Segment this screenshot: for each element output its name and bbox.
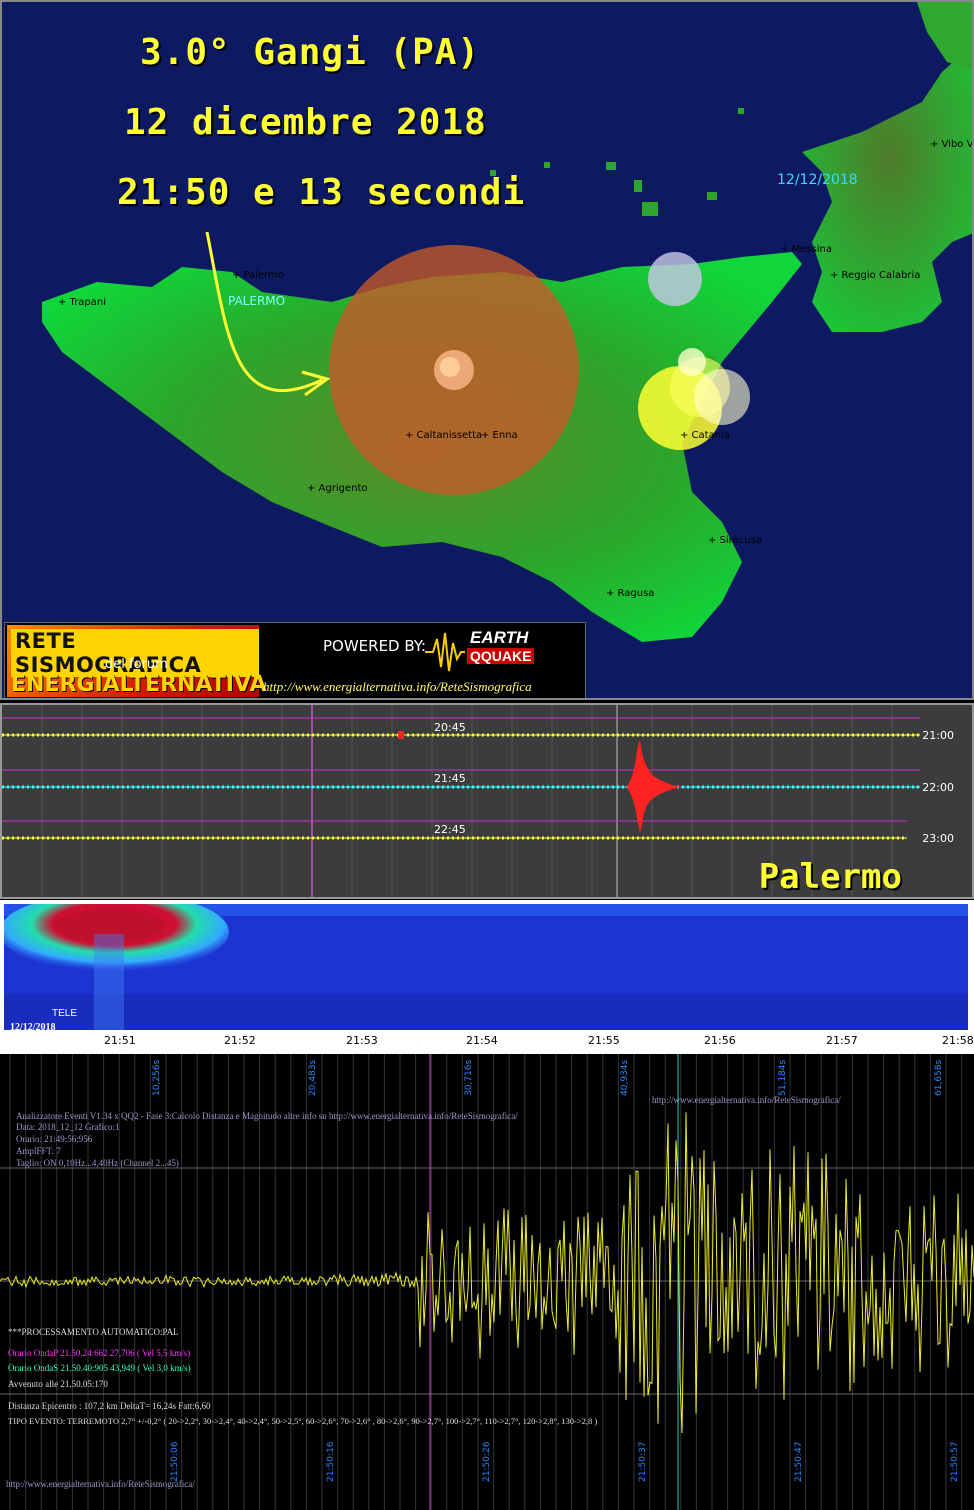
city-enna: + Enna [481,430,518,441]
analyzer-url-right[interactable]: http://www.energialternativa.info/ReteSi… [652,1095,841,1105]
event-title-date: 12 dicembre 2018 [124,102,487,143]
city-trapani: + Trapani [58,297,107,308]
spectro-tick: 21:53 [346,1034,378,1047]
analyzer-url-bottom[interactable]: http://www.energialternativa.info/ReteSi… [6,1479,195,1489]
spectrogram-image: TELE 12/12/2018 [4,904,968,1030]
spectrogram-plot [4,904,968,1030]
helico-row2-left: 21:45 [434,772,466,785]
logo-url[interactable]: http://www.energialternativa.info/ReteSi… [263,679,532,695]
logo-energialternativa: ENERGIALTERNATIVA [11,672,267,697]
city-agrigento: + Agrigento [307,483,368,494]
event-title-magnitude: 3.0° Gangi (PA) [140,32,481,73]
spectro-tick: 21:58 [942,1034,974,1047]
analyzer-info-line: Analizzatore Eventi V1.34 x QQ2 - Fase 3… [16,1111,518,1121]
city-ragusa: + Ragusa [606,588,655,599]
helicorder-panel: 20:45 21:45 22:45 21:00 22:00 23:00 Pale… [0,703,974,899]
city-vibo-valentia: + Vibo Va [930,139,974,150]
spectro-tick: 21:52 [224,1034,256,1047]
station-palermo-label: PALERMO [228,294,286,308]
logo-qquake: QQUAKE [467,648,535,664]
city-siracusa: + Siracusa [708,535,763,546]
bottom-tick: 21:50:47 [794,1441,804,1482]
helico-row1-right: 21:00 [922,729,954,742]
helico-station-name: Palermo [758,857,902,897]
bottom-tick: 21:50:37 [638,1441,648,1482]
bottom-tick: 21:50:06 [170,1441,180,1482]
top-tick: 30,716s [464,1059,474,1096]
analyzer-info-line: Data: 2018_12_12 Grafico:1 [16,1122,120,1132]
helico-row3-right: 23:00 [922,832,954,845]
helico-row3-left: 22:45 [434,823,466,836]
top-tick: 10,256s [152,1059,162,1096]
map-date: 12/12/2018 [777,172,858,188]
analyzer-onda-p: Orario OndaP 21.50.24:662 27,706 ( Vel 5… [8,1348,191,1358]
top-tick: 40,934s [620,1059,630,1096]
analyzer-panel: 10,256s 20,483s 30,716s 40,934s 51,184s … [0,1054,974,1510]
analyzer-info-line: AmplFFT: 7 [16,1146,61,1156]
logo-banner: RETE SISMOGRAFICA del forum ENERGIALTERN… [4,622,586,698]
logo-left: RETE SISMOGRAFICA del forum ENERGIALTERN… [7,625,267,697]
earthquake-trace [627,740,682,833]
city-palermo: + Palermo [232,270,284,281]
city-reggio-calabria: + Reggio Calabria [830,270,921,281]
bottom-tick: 21:50:57 [950,1441,960,1482]
map-panel: 3.0° Gangi (PA) 12 dicembre 2018 21:50 e… [0,0,974,700]
spectro-tick: 21:55 [588,1034,620,1047]
analyzer-onda-s: Orario OndaS 21.50.40:905 43,949 ( Vel 3… [8,1363,191,1373]
spectrogram-date: 12/12/2018 [10,1022,56,1030]
spectro-tick: 21:57 [826,1034,858,1047]
helico-row2-right: 22:00 [922,781,954,794]
seismo-logo-icon [425,632,465,672]
bottom-tick: 21:50:26 [482,1441,492,1482]
spectro-tick: 21:51 [104,1034,136,1047]
logo-powered-by: POWERED BY: [323,637,427,655]
analyzer-tipo-evento: TIPO EVENTO: TERREMOTO 2,7° +/-0,2° ( 20… [8,1416,598,1426]
spectrogram-panel: TELE 12/12/2018 21:51 21:52 21:53 21:54 … [0,900,974,1054]
city-messina: + Messina [780,244,833,255]
analyzer-info-line: Orario: 21:49:56:956 [16,1134,93,1144]
analyzer-processing: ***PROCESSAMENTO AUTOMATICO:PAL [8,1327,179,1337]
top-tick: 20,483s [308,1059,318,1096]
city-catania: + Catania [680,430,730,441]
logo-del-forum: del forum [105,657,168,672]
bottom-tick: 21:50:16 [326,1441,336,1482]
logo-earth: EARTH [470,628,529,647]
top-tick: 61,658s [934,1059,944,1096]
spectrogram-tele: TELE [52,1008,78,1019]
analyzer-distanza: Distanza Epicentro : 107,2 km DeltaT= 16… [8,1401,211,1411]
spectro-tick: 21:54 [466,1034,498,1047]
analyzer-info-line: Taglio: ON 0,10Hz...4,40Hz (Channel 2...… [16,1158,179,1168]
top-tick: 51,184s [778,1059,788,1096]
spectro-tick: 21:56 [704,1034,736,1047]
analyzer-avvenuto: Avvenuto alle 21.50.05:170 [8,1379,108,1389]
helico-row1-left: 20:45 [434,721,466,734]
event-title-time: 21:50 e 13 secondi [117,172,526,213]
city-caltanissetta: + Caltanissetta [405,430,483,441]
